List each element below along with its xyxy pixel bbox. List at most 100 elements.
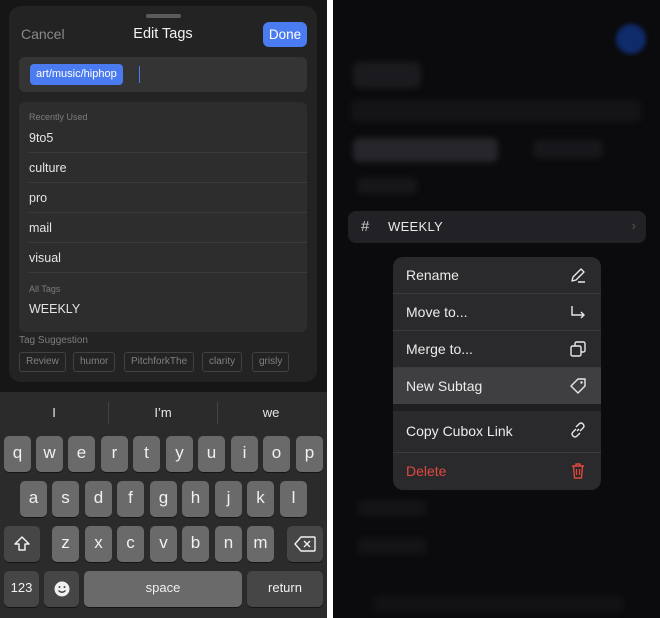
key-x[interactable]: x [85, 526, 112, 562]
suggestion-chip[interactable]: PitchforkThe [124, 352, 195, 372]
key-v[interactable]: v [150, 526, 177, 562]
key-s[interactable]: s [52, 481, 79, 517]
space-key[interactable]: space [84, 571, 242, 607]
key-g[interactable]: g [150, 481, 177, 517]
suggestion-chip[interactable]: clarity [202, 352, 243, 372]
menu-item-delete[interactable]: Delete [393, 453, 601, 490]
key-i[interactable]: i [231, 436, 258, 472]
key-q[interactable]: q [4, 436, 31, 472]
emoji-icon [54, 581, 69, 597]
key-w[interactable]: w [36, 436, 63, 472]
key-d[interactable]: d [85, 481, 112, 517]
recently-used-label: Recently Used [29, 112, 88, 122]
key-z[interactable]: z [52, 526, 79, 562]
divider [29, 212, 307, 213]
blurred-row [351, 100, 641, 122]
key-n[interactable]: n [215, 526, 242, 562]
menu-item-label: Move to... [406, 304, 468, 320]
shift-icon [14, 536, 30, 551]
text-caret [139, 66, 140, 83]
divider [29, 182, 307, 183]
tag-list: Recently Used 9to5 culture pro mail visu… [19, 102, 307, 332]
numbers-key[interactable]: 123 [4, 571, 39, 607]
menu-item-merge-to[interactable]: Merge to... [393, 331, 601, 368]
blurred-tabbar [373, 595, 623, 613]
key-t[interactable]: t [133, 436, 160, 472]
all-tags-label: All Tags [29, 284, 61, 294]
menu-item-label: Delete [406, 463, 447, 479]
menu-item-label: Rename [406, 267, 459, 283]
key-k[interactable]: k [247, 481, 274, 517]
edit-tags-screen: Cancel Edit Tags Done art/music/hiphop R… [0, 0, 327, 618]
tag-icon [570, 378, 586, 394]
blurred-row [357, 500, 427, 516]
prediction-3[interactable]: we [236, 405, 306, 420]
divider [29, 152, 307, 153]
key-c[interactable]: c [117, 526, 144, 562]
menu-group-divider [393, 404, 601, 411]
tag-row-visual[interactable]: visual [29, 251, 61, 265]
key-j[interactable]: j [215, 481, 242, 517]
key-l[interactable]: l [280, 481, 307, 517]
key-e[interactable]: e [68, 436, 95, 472]
backspace-icon [294, 536, 316, 552]
selected-tag-row[interactable]: # WEEKLY › [348, 211, 646, 243]
key-u[interactable]: u [198, 436, 225, 472]
prediction-divider [108, 402, 109, 424]
suggestion-chip[interactable]: humor [73, 352, 116, 372]
tag-row-culture[interactable]: culture [29, 161, 67, 175]
key-b[interactable]: b [182, 526, 209, 562]
emoji-key[interactable] [44, 571, 79, 607]
shift-key[interactable] [4, 526, 40, 562]
key-r[interactable]: r [101, 436, 128, 472]
menu-item-move-to[interactable]: Move to... [393, 294, 601, 331]
key-y[interactable]: y [166, 436, 193, 472]
sheet-grabber[interactable] [146, 14, 181, 18]
tag-suggestion-label: Tag Suggestion [19, 335, 88, 346]
edit-tags-sheet: Cancel Edit Tags Done art/music/hiphop R… [9, 6, 317, 382]
done-button[interactable]: Done [263, 22, 307, 47]
menu-item-label: New Subtag [406, 378, 483, 394]
hash-icon: # [361, 218, 370, 235]
tag-row-weekly[interactable]: WEEKLY [29, 302, 80, 316]
key-a[interactable]: a [20, 481, 47, 517]
blurred-avatar [616, 24, 646, 54]
backspace-key[interactable] [287, 526, 323, 562]
key-h[interactable]: h [182, 481, 209, 517]
tag-name: WEEKLY [388, 219, 444, 234]
tag-row-9to5[interactable]: 9to5 [29, 131, 53, 145]
blurred-row [357, 538, 427, 554]
link-icon [571, 422, 585, 438]
tag-input-field[interactable]: art/music/hiphop [19, 57, 307, 92]
blurred-row [357, 178, 417, 194]
key-o[interactable]: o [263, 436, 290, 472]
tag-row-mail[interactable]: mail [29, 221, 52, 235]
menu-item-copy-link[interactable]: Copy Cubox Link [393, 411, 601, 449]
divider [29, 242, 307, 243]
blurred-segment [533, 140, 603, 158]
merge-icon [570, 341, 586, 357]
selected-tag-chip[interactable]: art/music/hiphop [30, 64, 123, 85]
tag-context-menu-screen: # WEEKLY › Rename Move to... Merge to... [333, 0, 660, 618]
chevron-right-icon: › [631, 218, 636, 233]
onscreen-keyboard: I I’m we q w e r t y u i o p a s d f g h… [0, 392, 327, 618]
prediction-1[interactable]: I [19, 405, 89, 420]
key-m[interactable]: m [247, 526, 274, 562]
trash-icon [572, 463, 584, 479]
prediction-divider [217, 402, 218, 424]
tag-row-pro[interactable]: pro [29, 191, 47, 205]
prediction-2[interactable]: I’m [128, 405, 198, 420]
arrow-turn-icon [571, 306, 585, 319]
key-f[interactable]: f [117, 481, 144, 517]
blurred-segment [353, 138, 498, 162]
context-menu: Rename Move to... Merge to... New Subtag… [393, 257, 601, 490]
suggestion-chip[interactable]: grisly [252, 352, 290, 372]
key-p[interactable]: p [296, 436, 323, 472]
menu-item-label: Merge to... [406, 341, 473, 357]
return-key[interactable]: return [247, 571, 323, 607]
suggestion-chip[interactable]: Review [19, 352, 66, 372]
menu-item-new-subtag[interactable]: New Subtag [393, 368, 601, 404]
menu-item-label: Copy Cubox Link [406, 423, 513, 439]
menu-item-rename[interactable]: Rename [393, 257, 601, 294]
divider [29, 272, 307, 273]
